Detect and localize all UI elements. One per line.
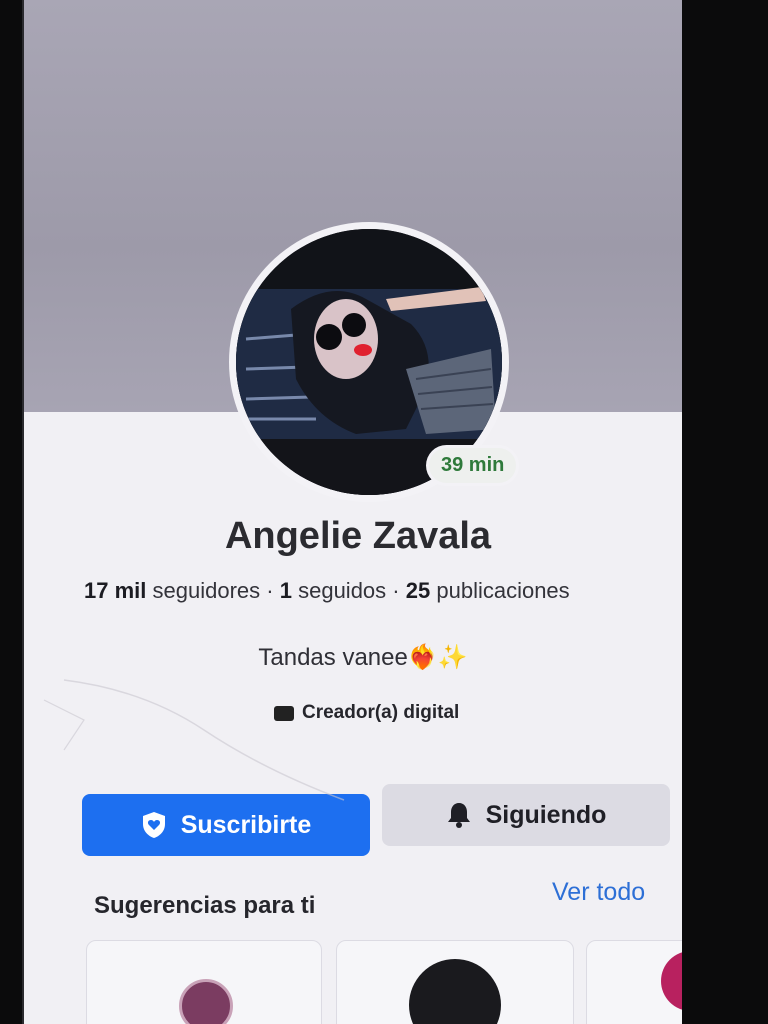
- followers-count[interactable]: 17 mil: [84, 578, 146, 603]
- following-label: Siguiendo: [485, 800, 607, 829]
- posts-count: 25: [405, 578, 431, 603]
- suggestions-title: Sugerencias para ti: [94, 892, 316, 919]
- bell-icon: [447, 803, 470, 828]
- subscribe-button[interactable]: Suscribirte: [82, 794, 370, 856]
- profile-name: Angelie Zavala: [224, 515, 492, 557]
- stats-separator: ·: [266, 578, 274, 603]
- phone-screen: 39 min Angelie Zavala 17 mil seguidores …: [22, 0, 682, 1024]
- following-button[interactable]: Siguiendo: [382, 784, 670, 846]
- profile-bio: Tandas vanee❤️‍🔥✨: [258, 644, 468, 671]
- suggestion-card[interactable]: [586, 940, 682, 1024]
- category-label: Creador(a) digital: [302, 702, 460, 723]
- following-count[interactable]: 1: [280, 578, 292, 603]
- shield-heart-icon: [142, 812, 165, 838]
- see-all-link[interactable]: Ver todo: [552, 878, 645, 907]
- stats-separator: ·: [392, 578, 400, 603]
- subscribe-label: Suscribirte: [180, 810, 312, 839]
- story-time-badge: 39 min: [429, 448, 517, 483]
- suggestion-avatar[interactable]: [661, 951, 682, 1011]
- profile-category: Creador(a) digital: [274, 702, 459, 724]
- following-label[interactable]: seguidos: [298, 578, 386, 603]
- posts-label: publicaciones: [436, 578, 570, 603]
- briefcase-icon: [274, 705, 294, 721]
- suggestion-avatar[interactable]: [179, 979, 233, 1024]
- followers-label[interactable]: seguidores: [153, 578, 261, 603]
- profile-stats: 17 mil seguidores · 1 seguidos · 25 publ…: [84, 578, 654, 604]
- suggestion-card[interactable]: [336, 940, 574, 1024]
- suggestion-card[interactable]: [86, 940, 322, 1024]
- suggestion-avatar[interactable]: [409, 959, 501, 1024]
